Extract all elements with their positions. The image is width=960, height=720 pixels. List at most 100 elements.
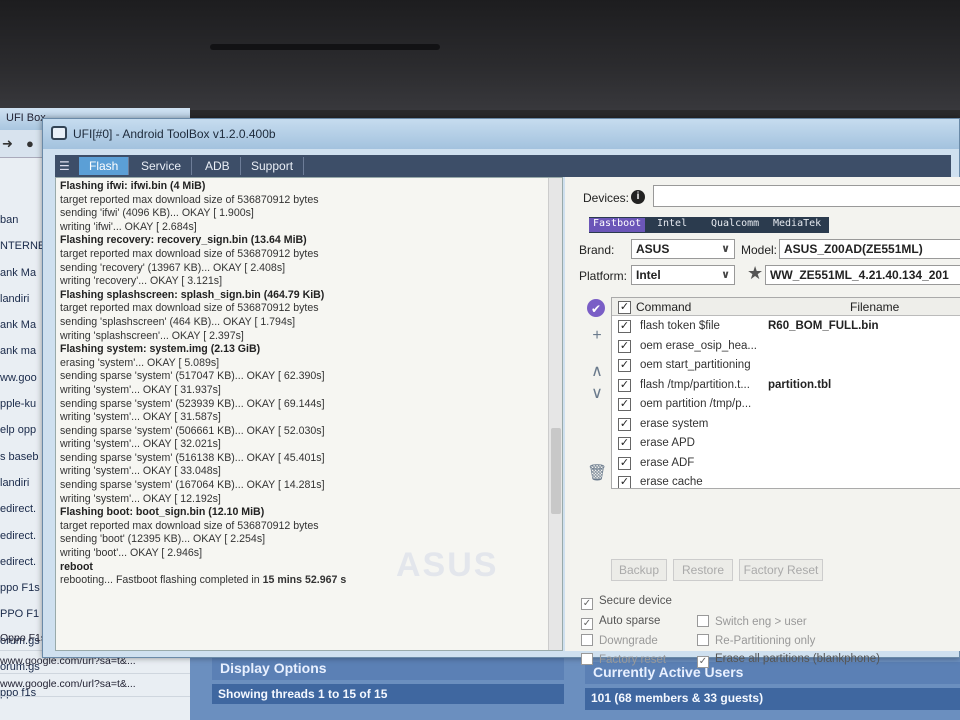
log-line: sending sparse 'system' (517047 KB)... O… [60, 370, 562, 384]
devices-label: Devices: [583, 191, 630, 205]
model-field[interactable]: ASUS_Z00AD(ZE551ML) [779, 239, 960, 259]
menu-icon[interactable]: ☰ [59, 159, 73, 173]
platform-value: Intel [636, 268, 661, 282]
tab-intel[interactable]: Intel [653, 218, 691, 232]
title-bar[interactable]: UFI[#0] - Android ToolBox v1.2.0.400b [43, 119, 959, 149]
row-checkbox[interactable]: ✓ [618, 437, 631, 450]
log-line-text: target reported max download size of 536… [60, 193, 319, 206]
row-checkbox[interactable]: ✓ [618, 359, 631, 372]
log-line-text: target reported max download size of 536… [60, 302, 319, 315]
log-line-text: sending 'ifwi' (4096 KB)... OKAY [ 1.900… [60, 207, 254, 220]
tab-flash[interactable]: Flash [79, 157, 130, 175]
row-checkbox[interactable]: ✓ [618, 476, 631, 488]
log-output[interactable]: ASUS Flashing ifwi: ifwi.bin (4 MiB) targ… [55, 177, 563, 651]
back-arrow-icon[interactable]: ➜ [2, 136, 18, 152]
table-row[interactable]: ✓ erase cache [612, 473, 960, 488]
log-line-text: reboot [60, 560, 93, 573]
re-partitioning-option[interactable]: Re-Partitioning only [697, 634, 815, 647]
row-checkbox[interactable]: ✓ [618, 339, 631, 353]
info-icon[interactable]: i [631, 190, 645, 204]
command-cell: oem partition /tmp/p... [640, 398, 752, 410]
table-row[interactable]: ✓ oem partition /tmp/p... [612, 395, 960, 415]
devices-field[interactable] [653, 185, 960, 207]
factory-reset-checkbox[interactable] [581, 653, 593, 665]
auto-sparse-option[interactable]: ✓ Auto sparse [581, 615, 660, 630]
log-line: erasing 'system'... OKAY [ 5.089s] [60, 357, 562, 371]
tab-service[interactable]: Service [131, 157, 193, 175]
tab-qualcomm[interactable]: Qualcomm [707, 218, 763, 232]
re-partitioning-label: Re-Partitioning only [715, 635, 816, 647]
switch-eng-option[interactable]: Switch eng > user [697, 615, 807, 628]
command-table[interactable]: ✓ Command Filename ✓ flash token $file R60… [611, 297, 960, 489]
log-line: target reported max download size of 536… [60, 248, 562, 262]
tab-support[interactable]: Support [241, 157, 305, 175]
log-scrollbar[interactable] [548, 178, 562, 650]
asus-watermark: ASUS [396, 546, 499, 584]
log-line: writing 'splashscreen'... OKAY [ 2.397s] [60, 330, 562, 344]
table-row[interactable]: ✓ flash token $file R60_BOM_FULL.bin [612, 317, 960, 337]
model-label: Model: [741, 243, 778, 257]
erase-all-checkbox[interactable]: ✓ [697, 656, 709, 668]
log-line-text: rebooting... Fastboot flashing completed… [60, 574, 263, 587]
table-row[interactable]: ✓ oem start_partitioning [612, 356, 960, 376]
plus-icon[interactable]: + [587, 327, 607, 347]
log-line-text: writing 'ifwi'... OKAY [ 2.684s] [60, 220, 197, 233]
chevron-down-icon[interactable]: ∨ [587, 383, 607, 403]
table-row[interactable]: ✓ erase system [612, 415, 960, 435]
log-lines: Flashing ifwi: ifwi.bin (4 MiB) target re… [56, 178, 562, 588]
trash-icon[interactable]: 🗑 [587, 463, 607, 483]
scrollbar-thumb[interactable] [551, 428, 561, 514]
secure-device-option[interactable]: ✓ Secure device [581, 595, 672, 610]
command-cell: erase ADF [640, 456, 695, 469]
log-line: Flashing boot: boot_sign.bin (12.10 MiB) [60, 506, 562, 520]
log-line: Flashing splashscreen: splash_sign.bin (… [60, 289, 562, 303]
app-window: UFI[#0] - Android ToolBox v1.2.0.400b ☰ … [42, 118, 960, 668]
row-checkbox[interactable]: ✓ [618, 398, 631, 411]
brand-select[interactable]: ASUS ∨ [631, 239, 735, 259]
firmware-select[interactable]: WW_ZE551ML_4.21.40.134_201 [765, 265, 960, 285]
command-cell: erase cache [640, 476, 703, 488]
table-row[interactable]: ✓ flash /tmp/partition.t... partition.tbl [612, 376, 960, 396]
log-line-text: Flashing system: system.img (2.13 GiB) [60, 343, 261, 356]
row-checkbox[interactable]: ✓ [618, 378, 631, 392]
chevron-down-icon: ∨ [721, 269, 730, 281]
row-checkbox[interactable]: ✓ [618, 320, 631, 333]
chevron-up-icon[interactable]: ∧ [587, 361, 607, 381]
erase-all-option[interactable]: ✓ Erase all partitions (blankphone) [697, 653, 880, 668]
table-row[interactable]: ✓ oem erase_osip_hea... [612, 337, 960, 357]
log-line-text: writing 'system'... OKAY [ 33.048s] [60, 465, 221, 478]
backup-button[interactable]: Backup [611, 559, 667, 581]
row-checkbox[interactable]: ✓ [618, 456, 631, 470]
globe-icon: ● [26, 136, 34, 151]
table-row[interactable]: ✓ erase APD [612, 434, 960, 454]
log-line-text: Flashing splashscreen: splash_sign.bin (… [60, 288, 325, 301]
select-all-checkbox[interactable]: ✓ [618, 301, 631, 314]
flash-settings-panel: Devices: i Fastboot Intel Qualcomm Media… [565, 177, 960, 668]
star-icon[interactable]: ★ [747, 263, 763, 284]
secure-device-checkbox[interactable]: ✓ [581, 598, 593, 610]
row-checkbox[interactable]: ✓ [618, 417, 631, 431]
re-partitioning-checkbox[interactable] [697, 634, 709, 646]
tab-fastboot[interactable]: Fastboot [589, 218, 646, 232]
downgrade-option[interactable]: Downgrade [581, 634, 658, 647]
auto-sparse-checkbox[interactable]: ✓ [581, 618, 593, 630]
table-header: ✓ Command Filename [612, 298, 960, 316]
table-row[interactable]: ✓ erase ADF [612, 454, 960, 474]
log-line: writing 'ifwi'... OKAY [ 2.684s] [60, 221, 562, 235]
tab-mediatek[interactable]: MediaTek [769, 218, 825, 232]
platform-select[interactable]: Intel ∨ [631, 265, 735, 285]
log-line-text: sending sparse 'system' (523939 KB)... O… [60, 397, 325, 410]
tab-adb[interactable]: ADB [195, 157, 241, 175]
log-line-text: writing 'boot'... OKAY [ 2.946s] [60, 547, 203, 560]
restore-button[interactable]: Restore [673, 559, 733, 581]
check-circle-icon[interactable]: ✔ [587, 299, 605, 317]
downgrade-checkbox[interactable] [581, 634, 593, 646]
command-cell: flash token $file [640, 320, 720, 332]
switch-eng-checkbox[interactable] [697, 615, 709, 627]
factory-reset-option[interactable]: Factory reset [581, 653, 666, 666]
factory-reset-button[interactable]: Factory Reset [739, 559, 823, 581]
log-line: sending 'boot' (12395 KB)... OKAY [ 2.25… [60, 533, 562, 547]
log-line: sending sparse 'system' (506661 KB)... O… [60, 425, 562, 439]
browser-url-item[interactable]: www.google.com/url?sa=t&... [0, 674, 190, 697]
log-line-text: Flashing ifwi: ifwi.bin (4 MiB) [60, 180, 206, 192]
